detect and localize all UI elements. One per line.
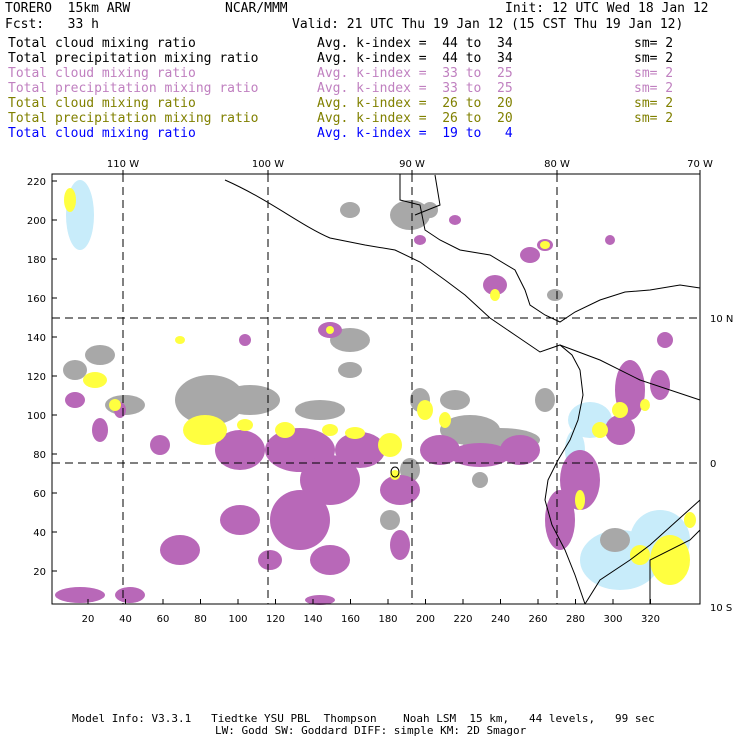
precip-region-yellow [183, 415, 227, 445]
precip-region-purple [520, 247, 540, 263]
bottom-axis-label: 220 [453, 614, 472, 625]
bottom-axis-label: 80 [194, 614, 207, 625]
precip-region-purple [310, 545, 350, 575]
left-axis-label: 220 [27, 177, 46, 188]
cloud-region-gray [295, 400, 345, 420]
left-axis-label: 20 [33, 567, 46, 578]
cloud-region-gray [600, 528, 630, 552]
bottom-axis-label: 260 [528, 614, 547, 625]
precip-region-yellow [490, 289, 500, 301]
precip-region-yellow [64, 188, 76, 212]
left-axis-label: 180 [27, 255, 46, 266]
precip-region-yellow [439, 412, 451, 428]
bottom-axis-label: 100 [228, 614, 247, 625]
precip-region-purple [390, 530, 410, 560]
left-axis-label: 140 [27, 333, 46, 344]
precip-region-purple [258, 550, 282, 570]
precip-region-yellow [345, 427, 365, 439]
precip-region-yellow [83, 372, 107, 388]
left-axis-label: 160 [27, 294, 46, 305]
precip-region-purple [115, 587, 145, 603]
bottom-axis-label: 180 [378, 614, 397, 625]
bottom-axis-label: 320 [641, 614, 660, 625]
right-lat-label: 10 S [710, 603, 732, 614]
top-lon-label: 70 W [687, 159, 713, 170]
precip-region-purple [65, 392, 85, 408]
precip-region-yellow [326, 326, 334, 334]
left-axis-label: 120 [27, 372, 46, 383]
cloud-region-gray [535, 388, 555, 412]
bottom-axis-label: 120 [266, 614, 285, 625]
precip-region-yellow [237, 419, 253, 431]
cloud-region-gray [440, 390, 470, 410]
precip-region-yellow [630, 545, 650, 565]
precip-region-purple [150, 435, 170, 455]
precip-region-purple [239, 334, 251, 346]
right-lat-label: 0 [710, 459, 716, 470]
bottom-axis-label: 60 [157, 614, 170, 625]
precip-region-yellow [275, 422, 295, 438]
precip-region-yellow [540, 241, 550, 249]
bottom-axis-label: 160 [341, 614, 360, 625]
cloud-region-gray [220, 385, 280, 415]
precip-region-yellow [592, 422, 608, 438]
bottom-axis-label: 280 [566, 614, 585, 625]
weather-map-page: TORERO 15km ARW NCAR/MMM Init: 12 UTC We… [0, 0, 740, 740]
precip-region-purple [270, 490, 330, 550]
bottom-axis-label: 40 [119, 614, 132, 625]
precip-region-yellow [378, 433, 402, 457]
bottom-axis-label: 20 [82, 614, 95, 625]
cloud-region-gray [338, 362, 362, 378]
precip-region-purple [380, 475, 420, 505]
map-plot: 110 W 100 W 90 W 80 W 70 W 10 N 0 10 S 220 200 180… [27, 159, 733, 625]
precip-region-purple [220, 505, 260, 535]
bottom-axis-label: 240 [491, 614, 510, 625]
left-axis-label: 200 [27, 216, 46, 227]
precip-region-yellow [640, 399, 650, 411]
bottom-axis-label: 300 [603, 614, 622, 625]
cloud-region-gray [380, 510, 400, 530]
model-info-line2: LW: Godd SW: Goddard DIFF: simple KM: 2D… [215, 724, 527, 737]
precip-region-yellow [612, 402, 628, 418]
precip-region-yellow [417, 400, 433, 420]
top-lon-label: 90 W [399, 159, 425, 170]
cloud-region-gray [85, 345, 115, 365]
precip-region-purple [414, 235, 426, 245]
right-lat-label: 10 N [710, 314, 733, 325]
top-lon-label: 110 W [107, 159, 139, 170]
left-axis-label: 40 [33, 528, 46, 539]
precip-region-purple [500, 435, 540, 465]
precip-region-purple [650, 370, 670, 400]
precip-region-purple [55, 587, 105, 603]
bottom-axis-label: 200 [416, 614, 435, 625]
precip-region-yellow [109, 399, 121, 411]
cloud-region-gray [547, 289, 563, 301]
precip-region-purple [449, 215, 461, 225]
left-axis-label: 100 [27, 411, 46, 422]
precip-region-yellow [575, 490, 585, 510]
precip-region-yellow [175, 336, 185, 344]
precip-region-yellow [322, 424, 338, 436]
cloud-region-gray [422, 202, 438, 218]
cloud-region-gray [472, 472, 488, 488]
precip-region-purple [92, 418, 108, 442]
bottom-axis-label: 140 [303, 614, 322, 625]
cloud-region-gray [63, 360, 87, 380]
precip-region-purple [605, 235, 615, 245]
precip-region-purple [657, 332, 673, 348]
top-lon-label: 100 W [252, 159, 284, 170]
left-axis-label: 60 [33, 489, 46, 500]
left-axis-label: 80 [33, 450, 46, 461]
precip-region-purple [160, 535, 200, 565]
precip-region-yellow [684, 512, 696, 528]
top-lon-label: 80 W [544, 159, 570, 170]
precip-region-purple [605, 415, 635, 445]
cloud-region-gray [340, 202, 360, 218]
